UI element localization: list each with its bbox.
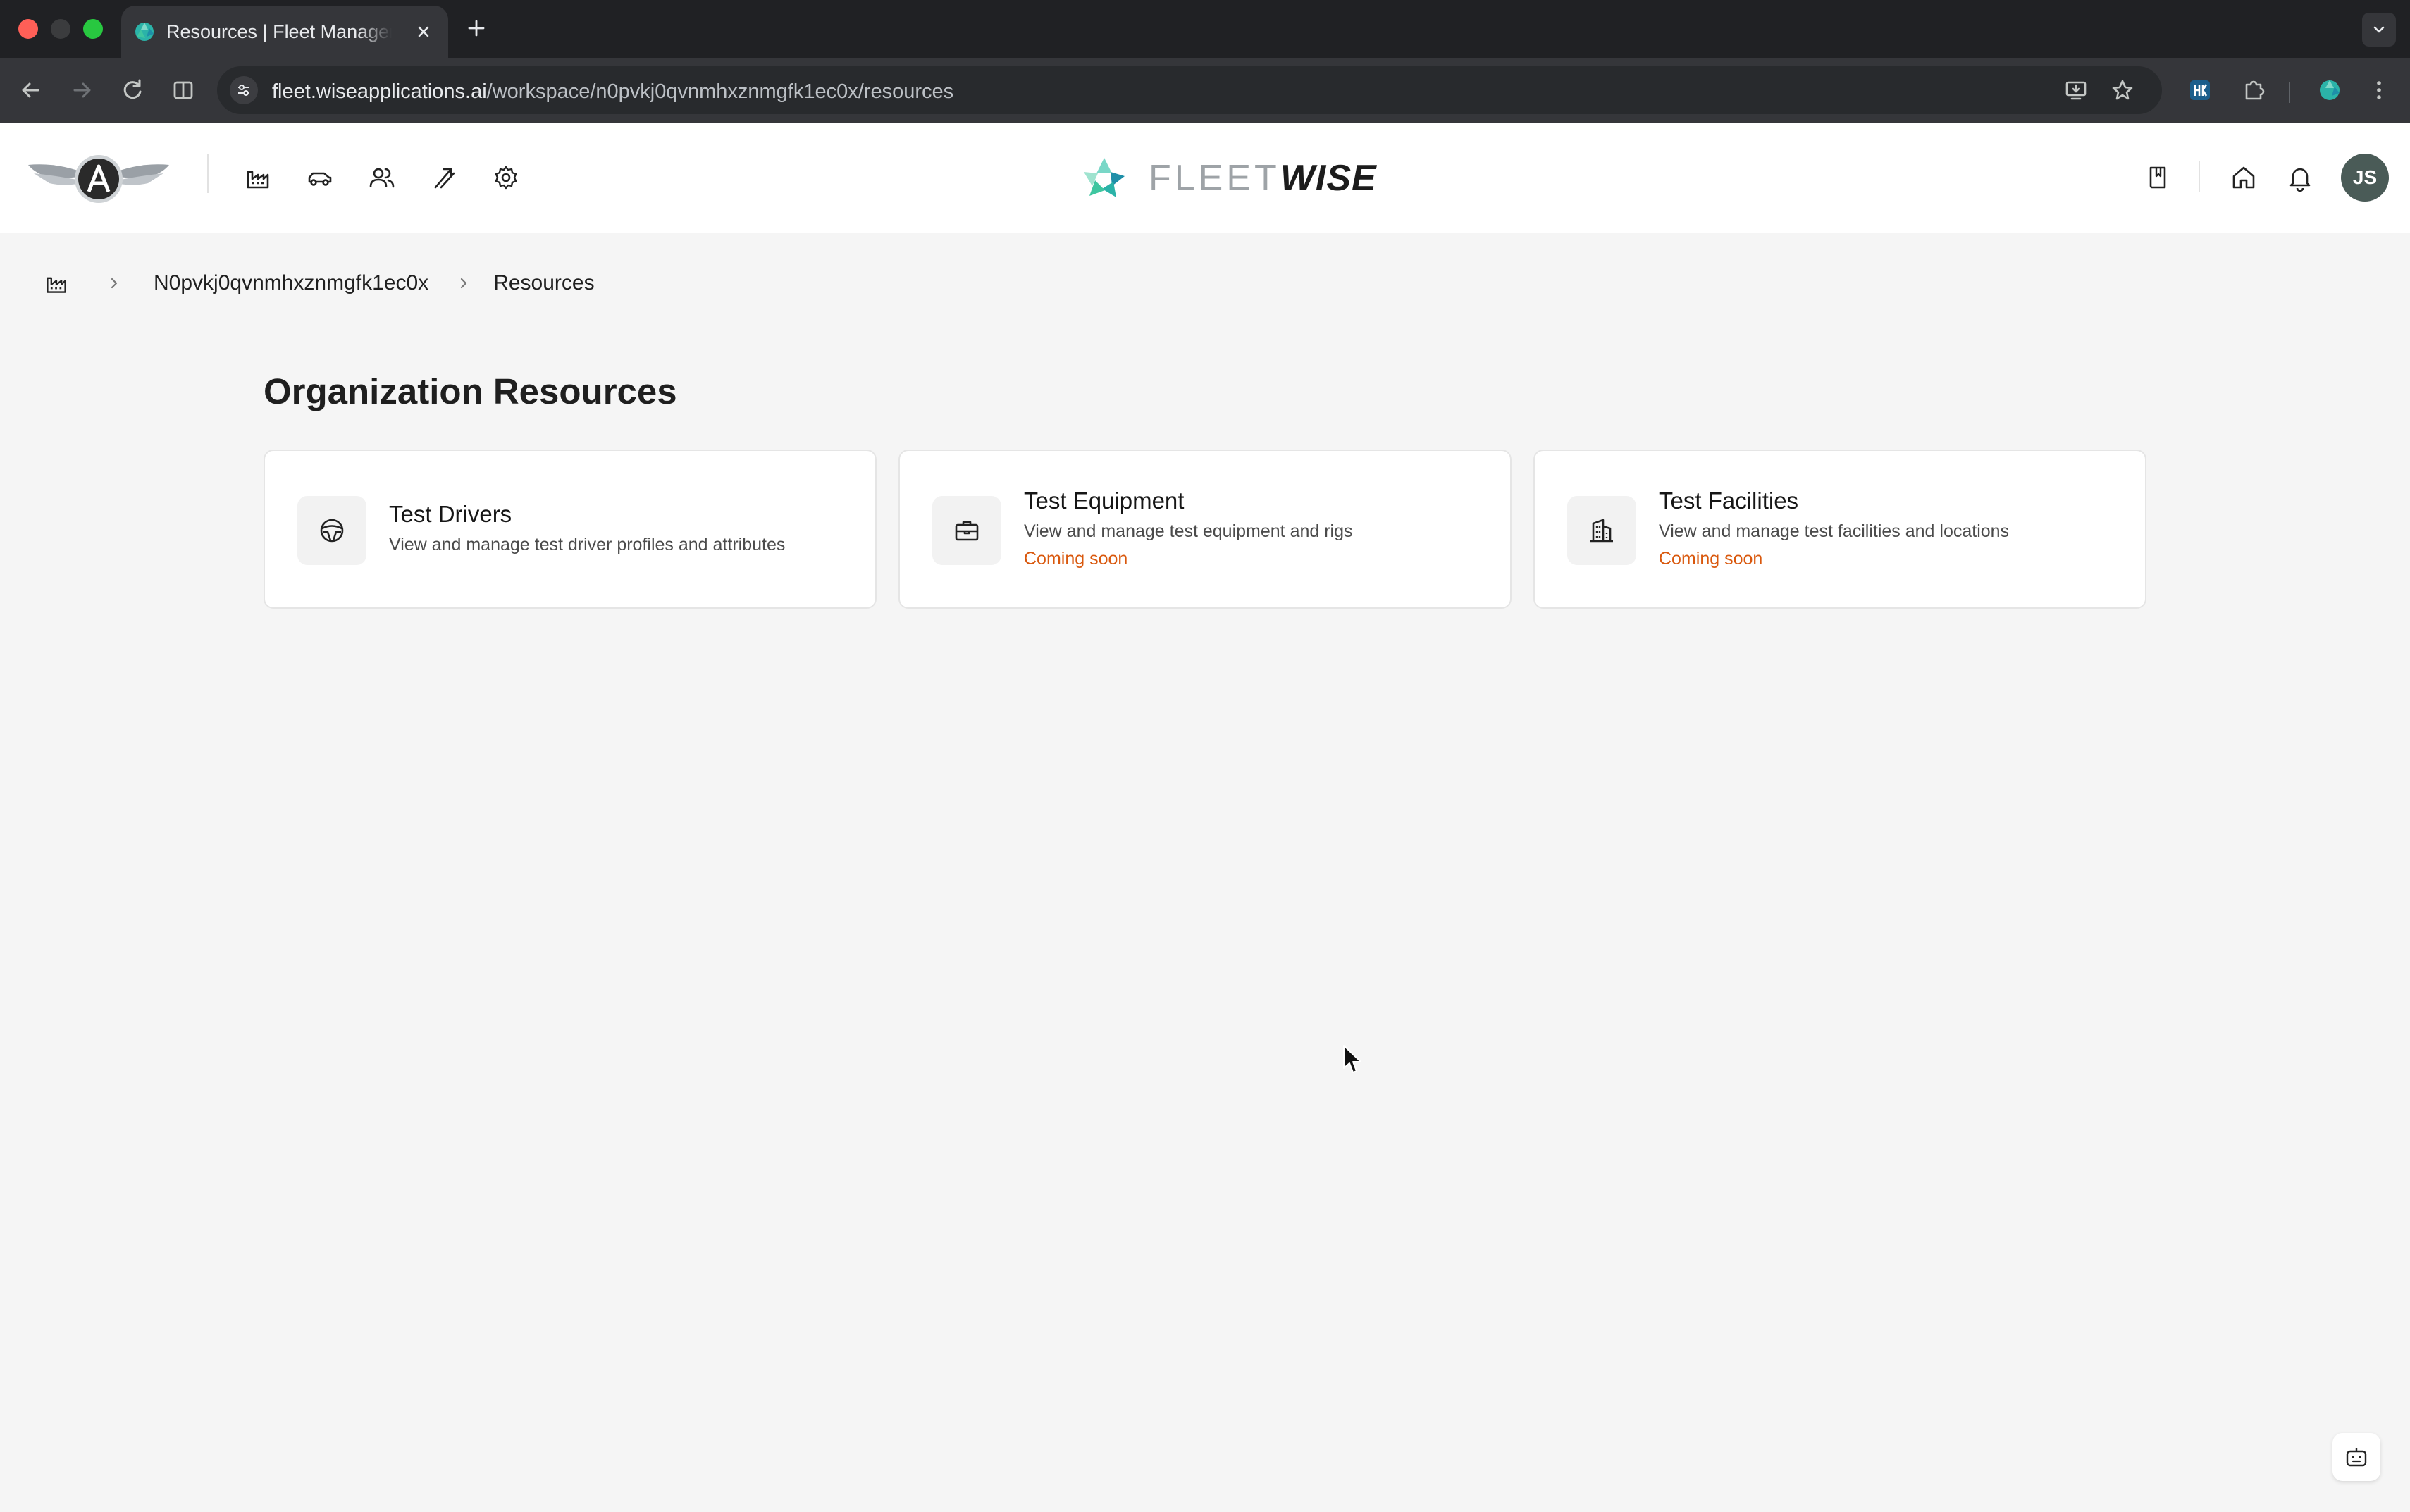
factory-icon[interactable] — [44, 271, 69, 296]
card-icon-container — [932, 496, 1001, 565]
fleetwise-logo-icon — [1084, 158, 1125, 197]
gear-icon[interactable] — [492, 163, 520, 192]
steering-wheel-icon — [320, 519, 344, 543]
building-icon — [1590, 519, 1613, 543]
user-avatar[interactable]: JS — [2341, 154, 2389, 202]
address-bar[interactable]: fleet.wiseapplications.ai/workspace/n0pv… — [217, 66, 2162, 114]
robot-icon — [2346, 1448, 2367, 1467]
home-icon[interactable] — [2228, 162, 2259, 193]
url-path: /workspace/n0pvkj0qvnmhxznmgfk1ec0x/reso… — [486, 80, 954, 103]
browser-tab-strip: Resources | Fleet Management — [0, 0, 2410, 58]
toolbar-separator — [2289, 82, 2290, 103]
main-content: N0pvkj0qvnmhxznmgfk1ec0x Resources Organ… — [0, 233, 2410, 1512]
card-icon-container — [297, 496, 366, 565]
extension-hk-icon[interactable] — [2185, 75, 2216, 106]
coming-soon-label: Coming soon — [1659, 549, 1763, 569]
forward-arrow-icon[interactable] — [66, 75, 97, 106]
bookmark-star-icon[interactable] — [2110, 78, 2135, 103]
card-description: View and manage test driver profiles and… — [389, 535, 786, 554]
card-description: View and manage test equipment and rigs — [1024, 521, 1353, 541]
chevron-right-icon — [111, 278, 118, 289]
card-icon-container — [1567, 496, 1636, 565]
browser-menu-icon[interactable] — [2363, 75, 2394, 106]
back-arrow-icon[interactable] — [16, 75, 47, 106]
split-view-icon[interactable] — [168, 75, 199, 106]
chevron-right-icon — [461, 278, 467, 289]
window-minimize-button[interactable] — [51, 19, 70, 39]
fleetwise-favicon-icon — [135, 23, 154, 41]
header-right-divider — [2199, 161, 2200, 192]
extension-fleetwise-icon[interactable] — [2314, 75, 2345, 106]
mouse-cursor-icon — [1343, 1045, 1361, 1073]
card-title: Test Facilities — [1659, 488, 1799, 514]
fleetwise-brand: FLEET WISE — [1081, 154, 1377, 203]
book-icon[interactable] — [2142, 162, 2173, 193]
factory-icon[interactable] — [244, 163, 272, 192]
resource-card-test-equipment[interactable]: Test Equipment View and manage test equi… — [898, 450, 1512, 609]
car-icon[interactable] — [306, 163, 334, 192]
winged-a-logo-icon[interactable] — [24, 152, 173, 206]
breadcrumb-workspace[interactable]: N0pvkj0qvnmhxznmgfk1ec0x — [154, 271, 428, 295]
card-title: Test Drivers — [389, 501, 512, 527]
tab-search-button[interactable] — [2362, 13, 2396, 47]
page-title: Organization Resources — [264, 371, 677, 411]
tune-icon — [238, 85, 249, 96]
reload-icon[interactable] — [117, 75, 148, 106]
breadcrumb: N0pvkj0qvnmhxznmgfk1ec0x Resources — [44, 269, 595, 297]
coming-soon-label: Coming soon — [1024, 549, 1128, 569]
resource-card-test-facilities[interactable]: Test Facilities View and manage test fac… — [1533, 450, 2146, 609]
breadcrumb-current: Resources — [493, 271, 595, 295]
brand-name-light: FLEET — [1149, 158, 1280, 199]
card-description: View and manage test facilities and loca… — [1659, 521, 2010, 541]
install-app-icon[interactable] — [2063, 78, 2089, 103]
resource-card-test-drivers[interactable]: Test Drivers View and manage test driver… — [264, 450, 877, 609]
tab-title: Resources | Fleet Management — [166, 21, 392, 42]
tab-close-icon[interactable] — [412, 20, 435, 44]
briefcase-icon — [955, 521, 979, 541]
brand-name-bold: WISE — [1280, 158, 1377, 199]
window-close-button[interactable] — [18, 19, 38, 39]
card-title: Test Equipment — [1024, 488, 1185, 514]
users-icon[interactable] — [368, 163, 396, 192]
header-divider — [207, 154, 209, 193]
extensions-puzzle-icon[interactable] — [2238, 75, 2269, 106]
chevron-down-icon — [2373, 26, 2385, 33]
browser-toolbar: fleet.wiseapplications.ai/workspace/n0pv… — [0, 58, 2410, 123]
new-tab-icon[interactable] — [462, 14, 490, 42]
site-info-button[interactable] — [230, 76, 258, 104]
bell-icon[interactable] — [2285, 162, 2316, 193]
url-text[interactable]: fleet.wiseapplications.ai/workspace/n0pv… — [272, 80, 953, 104]
browser-tab-active[interactable]: Resources | Fleet Management — [121, 6, 448, 58]
window-maximize-button[interactable] — [83, 19, 103, 39]
assistant-chat-button[interactable] — [2332, 1433, 2380, 1481]
url-host: fleet.wiseapplications.ai — [272, 80, 487, 103]
app-header: FLEET WISE JS — [0, 123, 2410, 233]
route-icon[interactable] — [430, 163, 458, 192]
